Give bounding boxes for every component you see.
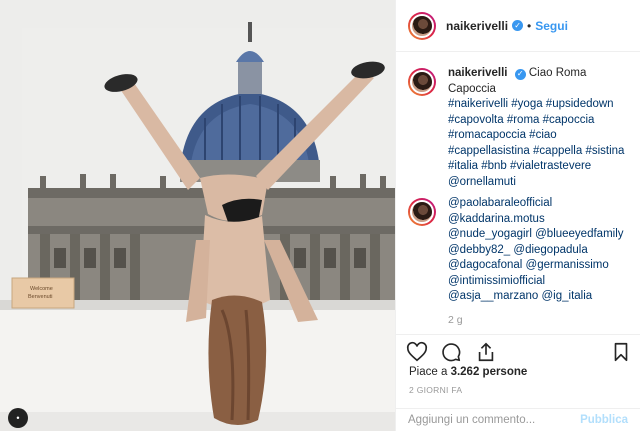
list-item: @paolabaraleofficial @kaddarina.motus @n… — [408, 196, 628, 328]
avatar[interactable] — [408, 11, 436, 40]
comment-mentions[interactable]: @paolabaraleofficial @kaddarina.motus @n… — [448, 196, 626, 305]
likes-prefix: Piace a — [409, 366, 451, 378]
likes-suffix: persone — [479, 366, 528, 378]
instagram-post: Welcome Benvenuti • naikerivelli ✓ • Seg… — [0, 0, 640, 431]
comments-section: naikerivelli ✓ Ciao Roma Capoccia #naike… — [396, 52, 640, 334]
avatar[interactable] — [408, 68, 436, 96]
caption-hashtags[interactable]: #naikerivelli #yoga #upsidedown #capovol… — [448, 97, 626, 190]
caption-body: naikerivelli ✓ Ciao Roma Capoccia #naike… — [448, 66, 626, 190]
likes-count[interactable]: Piace a 3.262 persone — [409, 366, 527, 378]
follow-button[interactable]: Segui — [535, 19, 568, 33]
photo-watermark-logo: • — [8, 408, 28, 428]
publish-button[interactable]: Pubblica — [580, 414, 628, 426]
post-side-panel: naikerivelli ✓ • Segui naikerivelli ✓ Ci… — [395, 0, 640, 431]
bookmark-icon[interactable] — [610, 341, 632, 363]
header-separator: • — [527, 18, 532, 33]
comment-body: @paolabaraleofficial @kaddarina.motus @n… — [448, 196, 626, 328]
caption-comment: naikerivelli ✓ Ciao Roma Capoccia #naike… — [408, 66, 628, 190]
comment-icon[interactable] — [440, 341, 462, 363]
avatar[interactable] — [408, 198, 436, 226]
caption-username[interactable]: naikerivelli — [448, 67, 507, 79]
photo-illustration: Welcome Benvenuti — [0, 0, 395, 431]
verified-badge-icon: ✓ — [512, 20, 524, 31]
add-comment-bar: Pubblica — [396, 408, 640, 431]
comment-input[interactable] — [408, 414, 581, 426]
comment-time[interactable]: 2 g — [448, 313, 626, 329]
likes-number: 3.262 — [450, 366, 480, 378]
heart-icon[interactable] — [406, 341, 428, 363]
sign-text-welcome: Welcome — [30, 286, 53, 292]
sign-text-benvenuti: Benvenuti — [28, 294, 52, 300]
share-icon[interactable] — [475, 341, 497, 363]
action-bar — [396, 334, 640, 362]
post-photo[interactable]: Welcome Benvenuti • — [0, 0, 395, 431]
post-header: naikerivelli ✓ • Segui — [396, 0, 640, 52]
header-username[interactable]: naikerivelli — [446, 19, 508, 33]
verified-badge-icon: ✓ — [514, 68, 526, 80]
post-date[interactable]: 2 GIORNI FA — [409, 385, 462, 395]
